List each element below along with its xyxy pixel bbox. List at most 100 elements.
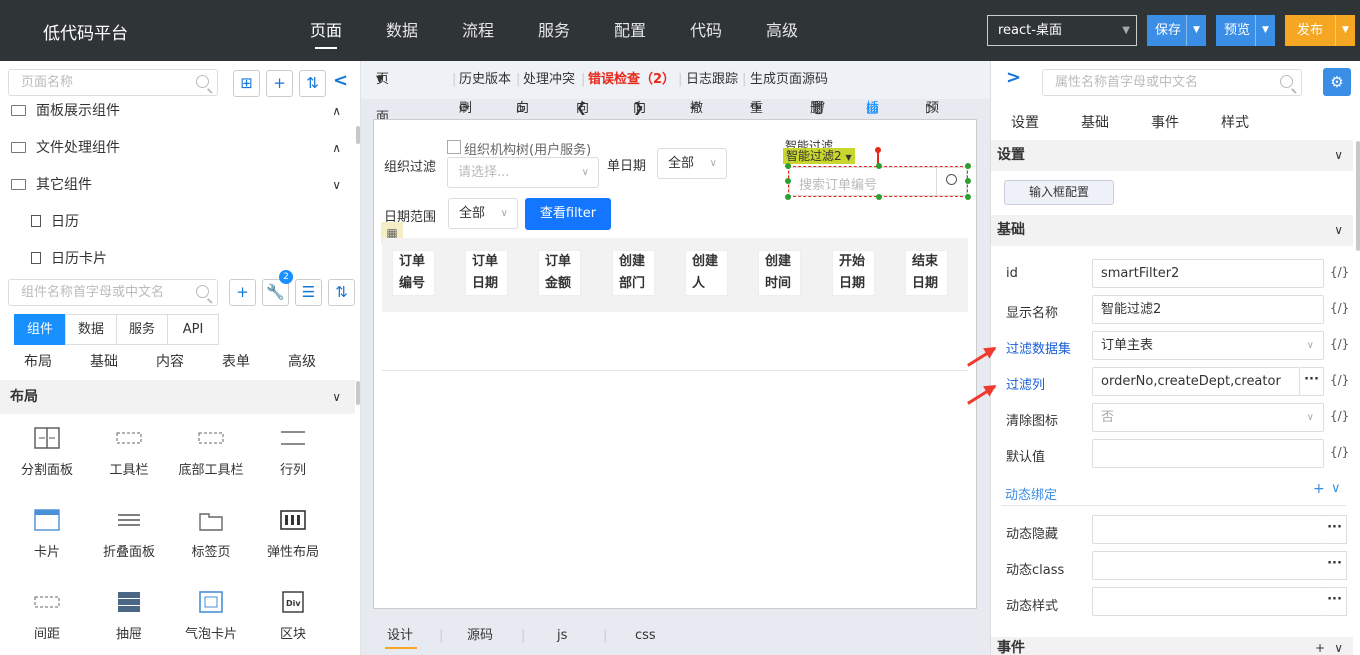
order-date-select[interactable]: 全部 ∨ xyxy=(657,148,727,179)
tab-style[interactable]: 样式 xyxy=(1221,112,1249,132)
error-check-link[interactable]: 错误检查（2） xyxy=(588,61,675,99)
save-button[interactable]: 保存 ▼ xyxy=(1147,15,1206,46)
nav-flow[interactable]: 流程 xyxy=(440,0,516,61)
property-search-input[interactable]: 属性名称首字母或中文名 xyxy=(1042,69,1302,96)
log-trace-link[interactable]: 日志跟踪 xyxy=(686,61,738,99)
chevron-down-icon[interactable]: ∨ xyxy=(332,380,341,414)
component-drawer[interactable]: 抽屉 xyxy=(88,591,170,642)
component-toolbar[interactable]: 工具栏 xyxy=(88,427,170,478)
nav-config[interactable]: 配置 xyxy=(592,0,668,61)
publish-dropdown-icon[interactable]: ▼ xyxy=(1335,15,1355,46)
chevron-down-icon[interactable]: ∨ xyxy=(1334,637,1343,655)
rotate-handle[interactable] xyxy=(875,147,881,153)
tab-basic[interactable]: 基础 xyxy=(1081,112,1109,132)
nav-code[interactable]: 代码 xyxy=(668,0,744,61)
resize-handle[interactable] xyxy=(965,178,971,184)
tab-events[interactable]: 事件 xyxy=(1151,112,1179,132)
tree-item-file-processing[interactable]: 文件处理组件 ∧ xyxy=(0,130,355,167)
tree-item-calendar[interactable]: 日历 xyxy=(0,204,355,241)
canvas[interactable]: 组织过滤 组织机构树(用户服务) 请选择... ∨ 单日期 全部 ∨ 日期范围 … xyxy=(373,119,977,609)
tab-service[interactable]: 服务 xyxy=(116,314,169,345)
tree-scrollbar[interactable] xyxy=(356,126,360,144)
component-div-block[interactable]: Div 区块 xyxy=(252,591,334,642)
subtab-form[interactable]: 表单 xyxy=(203,351,269,371)
chevron-down-icon[interactable]: ∨ xyxy=(1334,140,1343,171)
properties-scrollbar[interactable] xyxy=(1356,141,1360,251)
collapse-left-icon[interactable]: < xyxy=(333,70,348,91)
tab-js[interactable]: js xyxy=(557,617,567,655)
component-split-panel[interactable]: 分割面板 xyxy=(6,427,88,478)
nav-data[interactable]: 数据 xyxy=(364,0,440,61)
nav-advanced[interactable]: 高级 xyxy=(744,0,820,61)
prop-label-filter-dataset[interactable]: 过滤数据集 xyxy=(1006,338,1071,357)
more-options-button[interactable]: ··· xyxy=(1323,515,1347,544)
plus-icon[interactable]: + xyxy=(1315,637,1325,655)
resize-handle[interactable] xyxy=(785,194,791,200)
component-flex-layout[interactable]: 弹性布局 xyxy=(252,509,334,560)
history-link[interactable]: 历史版本 xyxy=(459,61,511,99)
prop-label-filter-columns[interactable]: 过滤列 xyxy=(1006,374,1045,393)
component-tabs[interactable]: 标签页 xyxy=(170,509,252,560)
tab-settings[interactable]: 设置 xyxy=(1011,112,1039,132)
component-popover-card[interactable]: 气泡卡片 xyxy=(170,591,252,642)
column-header-create-dept[interactable]: 创建 部门 xyxy=(612,250,655,296)
id-input[interactable]: smartFilter2 xyxy=(1092,259,1324,288)
events-section-header[interactable]: 事件 + ∨ xyxy=(991,637,1353,655)
chevron-down-icon[interactable]: ∨ xyxy=(1331,481,1341,496)
nav-page[interactable]: 页面 xyxy=(288,0,364,61)
tab-design[interactable]: 设计 xyxy=(387,617,413,655)
component-spacing[interactable]: 间距 xyxy=(6,591,88,642)
input-config-button[interactable]: 输入框配置 xyxy=(1004,180,1114,205)
component-collapse[interactable]: 折叠面板 xyxy=(88,509,170,560)
binding-icon[interactable]: {/} xyxy=(1330,373,1349,387)
tab-components[interactable]: 组件 xyxy=(14,314,67,345)
env-select[interactable]: react-桌面 ▼ xyxy=(987,15,1137,46)
nav-service[interactable]: 服务 xyxy=(516,0,592,61)
column-header-creator[interactable]: 创建人 xyxy=(685,250,728,296)
column-header-create-time[interactable]: 创建 时间 xyxy=(758,250,801,296)
resize-handle[interactable] xyxy=(785,163,791,169)
tree-item-other[interactable]: 其它组件 ∨ xyxy=(0,167,355,204)
tab-source[interactable]: 源码 xyxy=(467,617,493,655)
tab-data[interactable]: 数据 xyxy=(65,314,118,345)
binding-icon[interactable]: {/} xyxy=(1330,265,1349,279)
settings-gear-button[interactable]: ⚙ xyxy=(1323,68,1351,96)
chevron-up-icon[interactable]: ∧ xyxy=(332,130,341,167)
filter-columns-input[interactable]: orderNo,createDept,creator xyxy=(1092,367,1300,396)
preview-dropdown-icon[interactable]: ▼ xyxy=(1255,15,1275,46)
expand-right-icon[interactable]: > xyxy=(1006,67,1021,88)
date-range-select[interactable]: 全部 ∨ xyxy=(448,198,518,229)
basic-section-header[interactable]: 基础 ∨ xyxy=(991,215,1353,246)
add-component-button[interactable]: + xyxy=(229,279,256,306)
binding-icon[interactable]: {/} xyxy=(1330,301,1349,315)
query-filter-button[interactable]: 查看filter xyxy=(525,198,611,230)
tree-item-panel-display[interactable]: 面板展示组件 ∧ xyxy=(0,93,355,130)
more-options-button[interactable]: ··· xyxy=(1323,587,1347,616)
binding-icon[interactable]: {/} xyxy=(1330,337,1349,351)
column-header-order-amount[interactable]: 订单 金额 xyxy=(538,250,581,296)
add-binding-icon[interactable]: + xyxy=(1313,481,1325,497)
subtab-content[interactable]: 内容 xyxy=(137,351,203,371)
column-header-order-date[interactable]: 订单 日期 xyxy=(465,250,508,296)
tab-api[interactable]: API xyxy=(167,314,220,345)
page-search-input[interactable]: 页面名称 xyxy=(8,69,218,96)
column-header-end-date[interactable]: 结束 日期 xyxy=(905,250,948,296)
component-scrollbar[interactable] xyxy=(356,381,360,405)
org-tree-checkbox[interactable] xyxy=(447,140,461,154)
column-header-start-date[interactable]: 开始 日期 xyxy=(832,250,875,296)
clear-icon-select[interactable]: 否 ∨ xyxy=(1092,403,1324,432)
resize-handle[interactable] xyxy=(965,163,971,169)
preview-button[interactable]: 预览 ▼ xyxy=(1216,15,1275,46)
chevron-down-icon[interactable]: ∨ xyxy=(332,167,341,204)
column-header-order-no[interactable]: 订单 编号 xyxy=(392,250,435,296)
display-name-input[interactable]: 智能过滤2 xyxy=(1092,295,1324,324)
component-bottom-toolbar[interactable]: 底部工具栏 xyxy=(170,427,252,478)
binding-icon[interactable]: {/} xyxy=(1330,409,1349,423)
resize-handle[interactable] xyxy=(876,194,882,200)
resize-handle[interactable] xyxy=(965,194,971,200)
search-button[interactable] xyxy=(936,168,966,195)
resize-handle[interactable] xyxy=(876,163,882,169)
list-order-button[interactable]: ☰ xyxy=(295,279,322,306)
default-value-input[interactable] xyxy=(1092,439,1324,468)
component-row-col[interactable]: 行列 xyxy=(252,427,334,478)
